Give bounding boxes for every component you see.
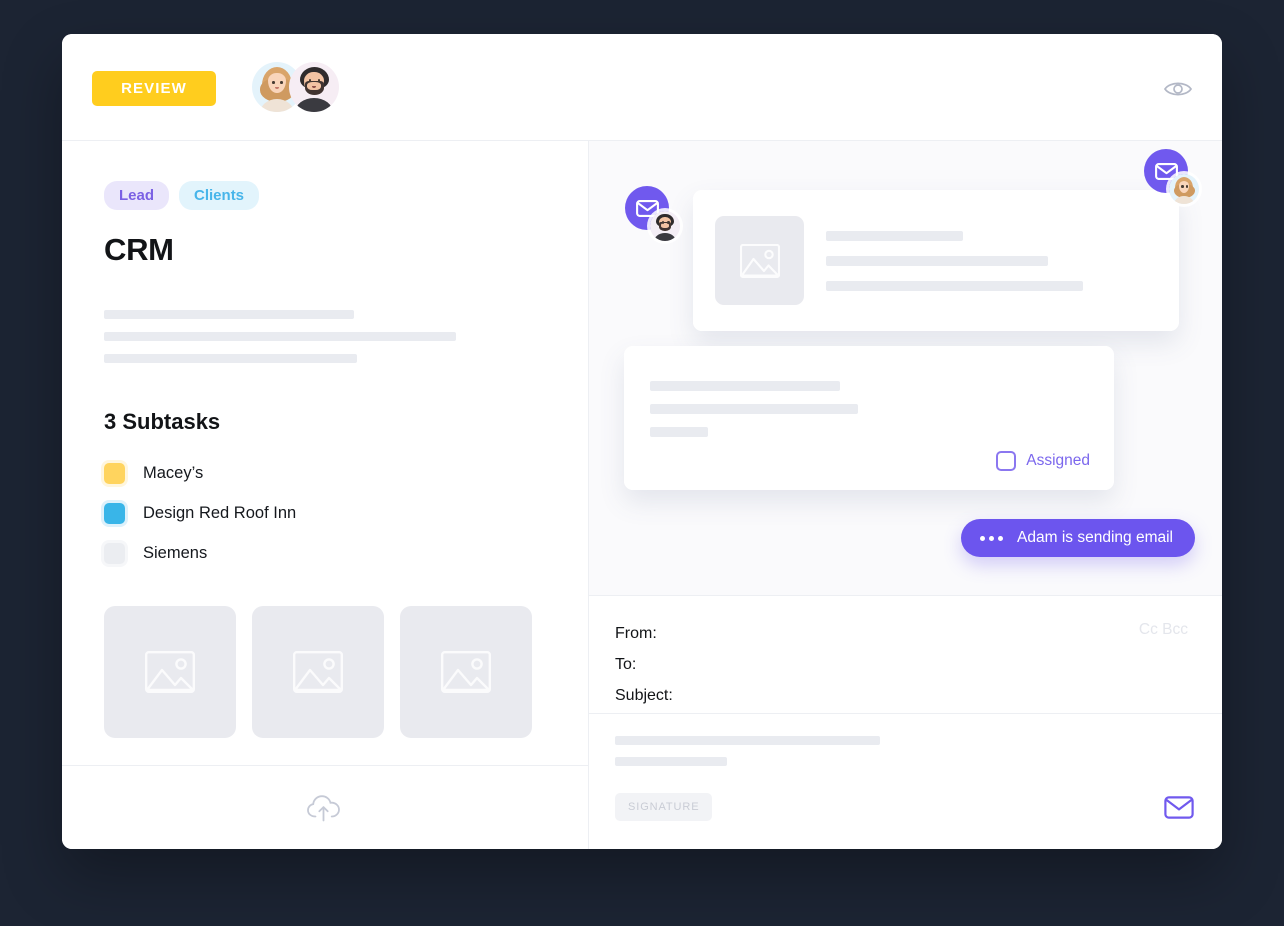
cc-bcc-button[interactable]: Cc Bcc — [1139, 621, 1188, 639]
tag-clients[interactable]: Clients — [179, 181, 260, 210]
thread-area: Assigned Adam is sending email — [589, 141, 1222, 596]
skeleton-line — [826, 230, 963, 241]
compose-area: From: To: Subject: Cc Bcc SIGNATURE — [589, 596, 1222, 849]
compose-field-subject[interactable]: Subject: — [615, 680, 1188, 711]
eye-icon[interactable] — [1160, 74, 1196, 104]
description-skeleton — [104, 310, 546, 363]
avatar-man[interactable] — [289, 62, 339, 112]
page-title: CRM — [104, 232, 174, 267]
signature-button[interactable]: SIGNATURE — [615, 793, 713, 821]
compose-label-to: To: — [615, 655, 637, 673]
subtask-label: Design Red Roof Inn — [143, 504, 297, 522]
attachment-thumb[interactable] — [400, 606, 532, 738]
skeleton-line — [104, 332, 456, 341]
image-placeholder-icon — [145, 651, 195, 693]
message-thumbnail[interactable] — [715, 216, 804, 305]
image-placeholder-icon — [441, 651, 491, 693]
tag-lead[interactable]: Lead — [104, 181, 170, 210]
subtask-row[interactable]: Siemens — [104, 537, 546, 570]
compose-field-to[interactable]: To: — [615, 649, 1188, 680]
subtask-checkbox-blue[interactable] — [104, 503, 125, 524]
assigned-label: Assigned — [1026, 452, 1090, 469]
left-panel: Lead Clients CRM 3 Subtasks Macey’s Desi… — [62, 141, 589, 849]
subtasks-title: 3 Subtasks — [104, 409, 221, 434]
subtask-checkbox-yellow[interactable] — [104, 463, 125, 484]
message-card[interactable]: Assigned — [619, 346, 1114, 490]
subtask-list: Macey’s Design Red Roof Inn Siemens — [104, 457, 546, 570]
skeleton-line — [615, 757, 727, 766]
envelope-icon[interactable] — [1164, 795, 1194, 819]
skeleton-line — [650, 427, 708, 437]
message-skeleton — [650, 381, 1088, 437]
left-content: Lead Clients CRM 3 Subtasks Macey’s Desi… — [62, 141, 588, 738]
subtask-label: Siemens — [143, 544, 208, 562]
skeleton-line — [826, 280, 1083, 291]
subtask-row[interactable]: Design Red Roof Inn — [104, 497, 546, 530]
left-footer — [62, 765, 588, 849]
compose-footer: SIGNATURE — [615, 793, 1194, 821]
attachment-thumb[interactable] — [252, 606, 384, 738]
email-badge-icon[interactable] — [625, 186, 680, 241]
compose-body-skeleton — [615, 736, 880, 778]
skeleton-line — [104, 310, 354, 319]
typing-indicator[interactable]: Adam is sending email — [961, 519, 1195, 557]
compose-field-from[interactable]: From: — [615, 618, 1188, 649]
image-placeholder-icon — [739, 243, 780, 278]
avatar-woman — [1169, 174, 1199, 204]
cloud-upload-icon[interactable] — [305, 792, 345, 824]
compose-label-subject: Subject: — [615, 686, 673, 704]
compose-label-from: From: — [615, 624, 657, 642]
skeleton-line — [650, 404, 858, 414]
typing-dots-icon — [980, 535, 1004, 541]
body-split: Lead Clients CRM 3 Subtasks Macey’s Desi… — [62, 141, 1222, 849]
review-button[interactable]: REVIEW — [92, 71, 216, 106]
assigned-toggle[interactable]: Assigned — [996, 451, 1090, 471]
app-window: REVIEW Lead Clients CRM 3 Subtasks Macey… — [62, 34, 1222, 849]
subtask-label: Macey’s — [143, 464, 204, 482]
tag-row: Lead Clients — [104, 181, 546, 210]
top-bar: REVIEW — [62, 34, 1222, 141]
skeleton-line — [826, 255, 1048, 266]
email-badge-icon[interactable] — [1144, 149, 1199, 204]
skeleton-line — [650, 381, 840, 391]
assigned-checkbox[interactable] — [996, 451, 1017, 471]
message-card[interactable] — [693, 190, 1184, 331]
avatar-group[interactable] — [252, 62, 339, 112]
divider — [589, 713, 1222, 714]
avatar-man — [650, 211, 680, 241]
message-skeleton — [826, 230, 1157, 291]
right-panel: Assigned Adam is sending email From: To:… — [589, 141, 1222, 849]
typing-indicator-label: Adam is sending email — [1017, 529, 1173, 546]
subtask-row[interactable]: Macey’s — [104, 457, 546, 490]
image-placeholder-icon — [293, 651, 343, 693]
attachment-thumb[interactable] — [104, 606, 236, 738]
skeleton-line — [615, 736, 880, 745]
skeleton-line — [104, 354, 357, 363]
attachment-row — [104, 606, 546, 738]
subtask-checkbox-empty[interactable] — [104, 543, 125, 564]
